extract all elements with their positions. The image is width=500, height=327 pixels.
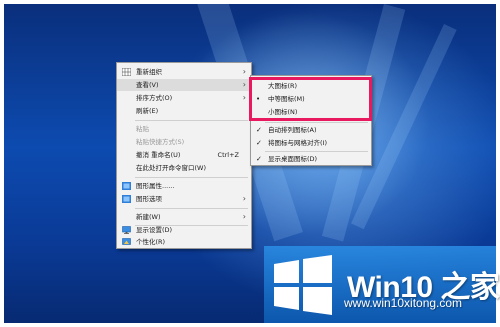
menu-item-label: 个性化(R) (136, 238, 166, 246)
menu-item-label: 图形属性...... (136, 182, 175, 190)
submenu-item-label: 将图标与网格对齐(I) (268, 139, 327, 147)
shortcut-label: Ctrl+Z (217, 151, 239, 159)
menu-item-label: 在此处打开命令窗口(W) (136, 164, 206, 172)
menu-item-label: 查看(V) (136, 81, 159, 89)
menu-item-view[interactable]: 查看(V) › (117, 79, 251, 91)
checkmark-icon: ✓ (256, 155, 262, 163)
menu-item-label: 排序方式(O) (136, 94, 173, 102)
menu-item-display-settings[interactable]: 显示设置(D) (117, 224, 251, 236)
chevron-right-icon: › (242, 67, 246, 76)
menu-item-paste: 粘贴 (117, 123, 251, 135)
menu-item-label: 粘贴快捷方式(S) (136, 138, 185, 146)
menu-separator (135, 177, 248, 178)
menu-item-label: 重新组织 (136, 68, 162, 76)
grid-icon (122, 68, 131, 76)
personalize-icon (122, 238, 131, 245)
submenu-item-label: 自动排列图标(A) (268, 126, 317, 134)
desktop-context-menu: 重新组织 › 查看(V) › 排序方式(O) › 刷新(E) 粘贴 粘贴快捷方式… (116, 62, 252, 249)
menu-item-label: 刷新(E) (136, 107, 159, 115)
checkmark-icon: ✓ (256, 139, 262, 147)
menu-separator (265, 151, 368, 152)
chevron-right-icon: › (242, 93, 246, 102)
chevron-right-icon: › (242, 212, 246, 221)
submenu-item-show-desktop-icons[interactable]: ✓ 显示桌面图标(D) (251, 153, 371, 165)
submenu-item-auto-arrange[interactable]: ✓ 自动排列图标(A) (251, 124, 371, 136)
windows-logo-icon (274, 255, 332, 315)
menu-item-label: 撤消 重命名(U) (136, 151, 181, 159)
checkmark-icon: ✓ (256, 126, 262, 134)
menu-item-open-command-window[interactable]: 在此处打开命令窗口(W) (117, 162, 251, 174)
display-icon (122, 226, 131, 234)
menu-item-label: 新建(W) (136, 213, 161, 221)
graphics-options-icon (122, 195, 131, 203)
menu-separator (265, 122, 368, 123)
chevron-right-icon: › (242, 80, 246, 89)
submenu-item-label: 显示桌面图标(D) (268, 155, 318, 163)
menu-item-paste-shortcut: 粘贴快捷方式(S) (117, 136, 251, 148)
menu-item-graphics-properties[interactable]: 图形属性...... (117, 180, 251, 192)
annotation-highlight-box (249, 77, 372, 121)
menu-item-sort-by[interactable]: 排序方式(O) › (117, 92, 251, 104)
menu-item-personalize[interactable]: 个性化(R) (117, 236, 251, 248)
menu-item-label: 图形选项 (136, 195, 162, 203)
menu-separator (135, 120, 248, 121)
menu-item-graphics-options[interactable]: 图形选项 › (117, 193, 251, 205)
submenu-item-align-to-grid[interactable]: ✓ 将图标与网格对齐(I) (251, 137, 371, 149)
chevron-right-icon: › (242, 194, 246, 203)
menu-item-label: 粘贴 (136, 125, 149, 133)
menu-item-organize[interactable]: 重新组织 › (117, 66, 251, 78)
menu-item-label: 显示设置(D) (136, 226, 173, 234)
menu-item-new[interactable]: 新建(W) › (117, 211, 251, 223)
menu-separator (135, 208, 248, 209)
menu-item-refresh[interactable]: 刷新(E) (117, 105, 251, 117)
menu-item-undo-rename[interactable]: 撤消 重命名(U) Ctrl+Z (117, 149, 251, 161)
watermark-url: www.win10xitong.com (344, 296, 463, 310)
graphics-icon (122, 182, 131, 190)
